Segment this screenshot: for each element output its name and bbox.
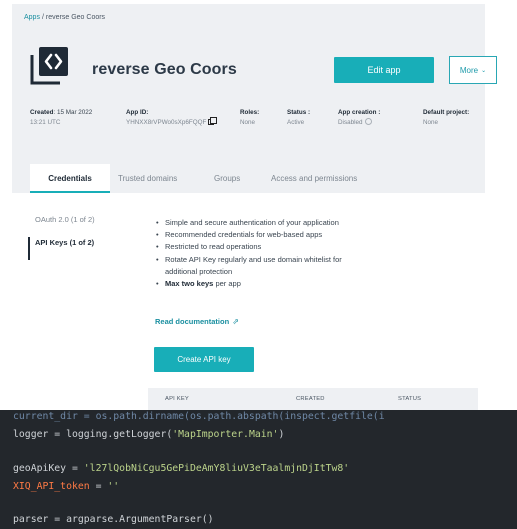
meta-app-creation: App creation : Disabled bbox=[338, 108, 380, 128]
list-item-bold: Max two keys bbox=[165, 279, 214, 289]
app-creation-label: App creation : bbox=[338, 109, 381, 116]
list-item: Max two keys per app bbox=[156, 278, 436, 290]
code-line-4: XIQ_API_token = '' bbox=[13, 481, 119, 492]
column-header-status[interactable]: STATUS bbox=[398, 396, 421, 402]
breadcrumb: Apps / reverse Geo Coors bbox=[24, 14, 105, 21]
app-id-label: App ID: bbox=[126, 109, 149, 116]
side-nav-api-keys[interactable]: API Keys (1 of 2) bbox=[28, 237, 95, 260]
api-key-feature-list: Simple and secure authentication of your… bbox=[156, 217, 436, 290]
code-line-2: logger = logging.getLogger('MapImporter.… bbox=[13, 429, 284, 440]
code-editor: current_dir = os.path.dirname(os.path.ab… bbox=[0, 410, 517, 529]
list-item: Simple and secure authentication of your… bbox=[156, 217, 436, 229]
app-title: reverse Geo Coors bbox=[92, 61, 237, 78]
copy-icon[interactable] bbox=[208, 117, 218, 125]
edit-app-button[interactable]: Edit app bbox=[334, 57, 434, 83]
code-line-1: current_dir = os.path.dirname(os.path.ab… bbox=[13, 411, 385, 422]
app-details-panel: Apps / reverse Geo Coors reverse Geo Coors… bbox=[12, 4, 497, 193]
tab-access-permissions[interactable]: Access and permissions bbox=[271, 164, 357, 193]
meta-default-project: Default project: None bbox=[423, 108, 469, 128]
column-header-created[interactable]: CREATED bbox=[296, 396, 325, 402]
status-value: Active bbox=[287, 119, 305, 126]
list-item-text: Rotate API Key regularly and use domain … bbox=[165, 254, 342, 264]
list-item: Rotate API Key regularly and use domain … bbox=[156, 254, 436, 278]
more-button[interactable]: More ⌄ bbox=[449, 56, 497, 84]
more-button-label: More bbox=[459, 65, 479, 75]
side-nav-oauth[interactable]: OAuth 2.0 (1 of 2) bbox=[28, 214, 95, 237]
created-time: 13:21 UTC bbox=[30, 119, 61, 126]
roles-value: None bbox=[240, 119, 256, 126]
list-item-rest: per app bbox=[213, 279, 241, 289]
code-line-2-prefix: logger = logging.getLogger( bbox=[13, 429, 173, 440]
breadcrumb-current: reverse Geo Coors bbox=[45, 14, 106, 21]
meta-status: Status : Active bbox=[287, 108, 310, 128]
default-project-label: Default project: bbox=[423, 109, 470, 116]
list-item: Restricted to read operations bbox=[156, 241, 436, 253]
breadcrumb-apps-link[interactable]: Apps bbox=[24, 14, 40, 21]
created-label: Created bbox=[30, 109, 54, 116]
default-project-value: None bbox=[423, 119, 439, 126]
code-line-3-prefix: geoApiKey = bbox=[13, 463, 84, 474]
meta-roles: Roles: None bbox=[240, 108, 259, 128]
app-tabs: Credentials Trusted domains Groups Acces… bbox=[12, 164, 485, 193]
code-line-3-string: 'l27lQobNiCgu5GePiDeAmY8liuV3eTaalmjnDjI… bbox=[83, 463, 350, 474]
api-key-table-header: API KEY CREATED STATUS bbox=[148, 388, 478, 410]
create-api-key-button[interactable]: Create API key bbox=[154, 347, 254, 372]
read-documentation-label: Read documentation bbox=[155, 317, 230, 326]
info-icon[interactable] bbox=[364, 118, 372, 125]
app-id-value: YHNXX8rVPWo0sXp6FQQF bbox=[126, 119, 207, 126]
external-link-icon: ⇗ bbox=[232, 317, 239, 326]
app-creation-value: Disabled bbox=[338, 119, 363, 126]
breadcrumb-separator: / bbox=[41, 14, 44, 21]
tab-trusted-domains[interactable]: Trusted domains bbox=[118, 164, 177, 193]
chevron-down-icon: ⌄ bbox=[481, 67, 487, 74]
code-line-4-eq: = bbox=[89, 481, 108, 492]
code-line-5: parser = argparse.ArgumentParser() bbox=[13, 514, 214, 525]
column-header-api-key[interactable]: API KEY bbox=[165, 396, 189, 402]
read-documentation-link[interactable]: Read documentation ⇗ bbox=[155, 317, 239, 326]
created-date: : 15 Mar 2022 bbox=[53, 109, 93, 116]
tab-credentials[interactable]: Credentials bbox=[30, 164, 110, 193]
code-line-3: geoApiKey = 'l27lQobNiCgu5GePiDeAmY8liuV… bbox=[13, 463, 349, 474]
code-line-2-string: 'MapImporter.Main' bbox=[172, 429, 279, 440]
meta-app-id: App ID: YHNXX8rVPWo0sXp6FQQF bbox=[126, 108, 218, 128]
code-line-4-string: '' bbox=[107, 481, 120, 492]
code-brackets-icon bbox=[30, 47, 68, 85]
code-line-4-name: XIQ_API_token bbox=[13, 481, 90, 492]
list-item-text-cont: additional protection bbox=[165, 266, 233, 276]
credentials-side-nav: OAuth 2.0 (1 of 2) API Keys (1 of 2) bbox=[28, 214, 95, 260]
tab-groups[interactable]: Groups bbox=[214, 164, 240, 193]
roles-label: Roles: bbox=[240, 109, 260, 116]
code-line-2-suffix: ) bbox=[278, 429, 285, 440]
meta-created: Created: 15 Mar 2022 13:21 UTC bbox=[30, 108, 92, 128]
list-item: Recommended credentials for web-based ap… bbox=[156, 229, 436, 241]
status-label: Status : bbox=[287, 109, 311, 116]
